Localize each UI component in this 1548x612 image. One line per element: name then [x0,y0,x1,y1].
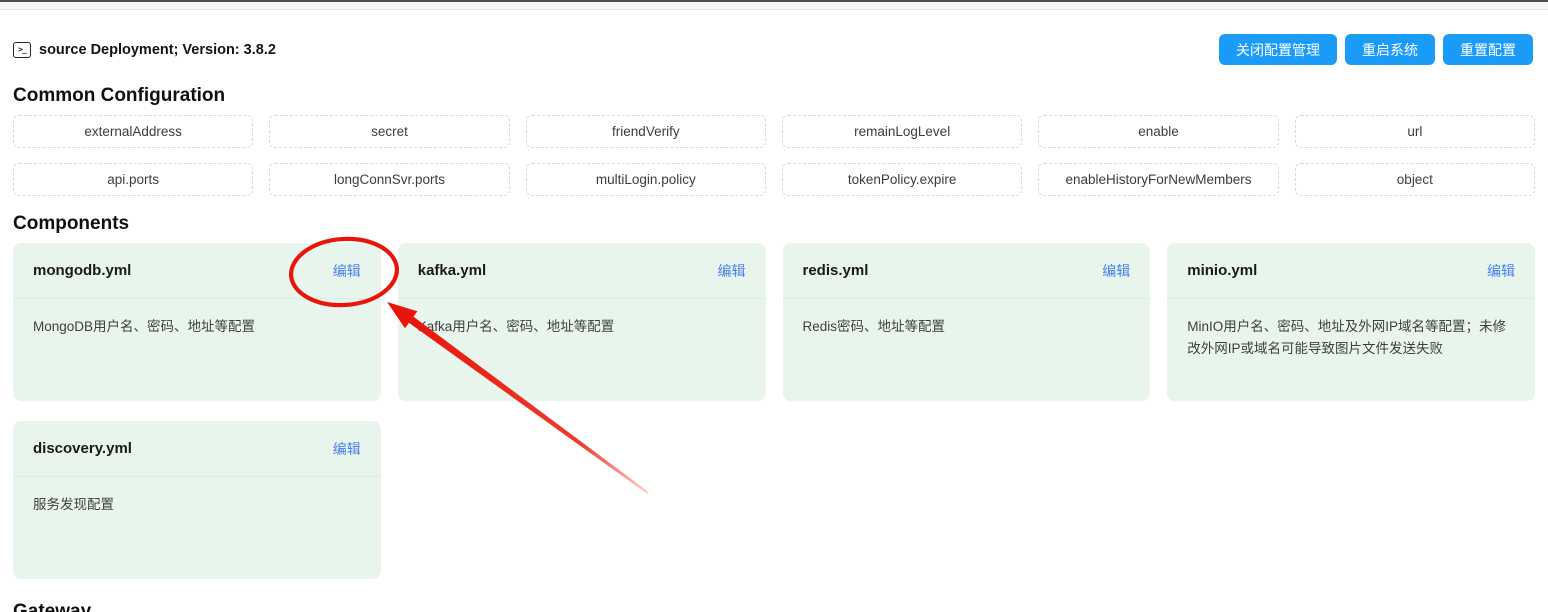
edit-link[interactable]: 编辑 [718,261,746,281]
page-header: >_ source Deployment; Version: 3.8.2 关闭配… [13,34,1535,65]
config-item[interactable]: secret [269,115,509,148]
config-item[interactable]: tokenPolicy.expire [782,163,1022,196]
edit-link[interactable]: 编辑 [1487,261,1515,281]
card-description: 服务发现配置 [13,477,381,533]
card-title: minio.yml [1187,262,1257,279]
components-heading: Components [13,213,1535,235]
card-header: minio.yml 编辑 [1167,243,1535,299]
page-title: source Deployment; Version: 3.8.2 [39,42,276,58]
header-actions: 关闭配置管理 重启系统 重置配置 [1219,34,1535,65]
config-item[interactable]: object [1295,163,1535,196]
card-title: redis.yml [803,262,869,279]
common-config-grid: externalAddress secret friendVerify rema… [13,115,1535,196]
card-description: MongoDB用户名、密码、地址等配置 [13,299,381,355]
card-header: discovery.yml 编辑 [13,421,381,477]
terminal-icon: >_ [13,42,31,58]
reset-config-button[interactable]: 重置配置 [1443,34,1533,65]
restart-system-button[interactable]: 重启系统 [1345,34,1435,65]
component-card: minio.yml 编辑 MinIO用户名、密码、地址及外网IP域名等配置；未修… [1167,243,1535,401]
card-title: mongodb.yml [33,262,131,279]
card-title: kafka.yml [418,262,486,279]
config-item[interactable]: enableHistoryForNewMembers [1038,163,1278,196]
component-card: mongodb.yml 编辑 MongoDB用户名、密码、地址等配置 [13,243,381,401]
component-card: kafka.yml 编辑 Kafka用户名、密码、地址等配置 [398,243,766,401]
common-configuration-heading: Common Configuration [13,85,1535,107]
card-description: Redis密码、地址等配置 [783,299,1151,355]
edit-link[interactable]: 编辑 [333,261,361,281]
config-management-page: >_ source Deployment; Version: 3.8.2 关闭配… [0,34,1548,612]
card-header: kafka.yml 编辑 [398,243,766,299]
config-item[interactable]: friendVerify [526,115,766,148]
config-item[interactable]: enable [1038,115,1278,148]
config-item[interactable]: url [1295,115,1535,148]
gateway-heading: Gateway [13,601,1535,612]
card-header: mongodb.yml 编辑 [13,243,381,299]
edit-link[interactable]: 编辑 [1102,261,1130,281]
components-card-grid: mongodb.yml 编辑 MongoDB用户名、密码、地址等配置 kafka… [13,243,1535,579]
config-item[interactable]: longConnSvr.ports [269,163,509,196]
card-description: Kafka用户名、密码、地址等配置 [398,299,766,355]
config-item[interactable]: externalAddress [13,115,253,148]
config-item[interactable]: api.ports [13,163,253,196]
config-item[interactable]: remainLogLevel [782,115,1022,148]
browser-chrome-strip [0,2,1548,10]
close-config-management-button[interactable]: 关闭配置管理 [1219,34,1337,65]
component-card: discovery.yml 编辑 服务发现配置 [13,421,381,579]
card-title: discovery.yml [33,440,132,457]
config-item[interactable]: multiLogin.policy [526,163,766,196]
card-header: redis.yml 编辑 [783,243,1151,299]
card-description: MinIO用户名、密码、地址及外网IP域名等配置；未修改外网IP或域名可能导致图… [1167,299,1535,377]
component-card: redis.yml 编辑 Redis密码、地址等配置 [783,243,1151,401]
deployment-title-group: >_ source Deployment; Version: 3.8.2 [13,42,276,58]
edit-link[interactable]: 编辑 [333,439,361,459]
